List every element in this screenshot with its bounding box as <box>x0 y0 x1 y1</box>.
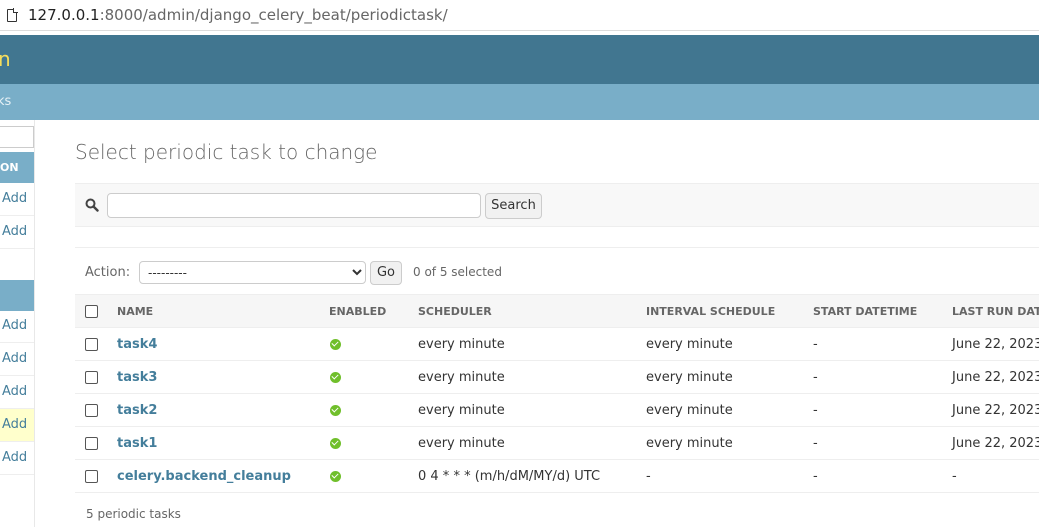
page-title: Select periodic task to change <box>75 140 378 164</box>
enabled-check-icon <box>330 437 341 449</box>
start-datetime-cell: - <box>813 327 952 361</box>
scheduler-cell: every minute <box>418 327 646 361</box>
last-run-cell: - <box>952 459 1039 493</box>
actions-bar: Action: --------- Go 0 of 5 selected <box>75 247 1039 295</box>
sidebar-add-link[interactable]: Add <box>0 310 34 343</box>
row-checkbox[interactable] <box>85 469 98 483</box>
last-run-cell: June 22, 2023, <box>952 360 1039 394</box>
table-header-row: NAME ENABLED SCHEDULER INTERVAL SCHEDULE… <box>75 294 1039 328</box>
sidebar-add-link[interactable]: Add <box>0 376 34 409</box>
table-row: task1 every minute every minute - June 2… <box>75 426 1039 460</box>
url-path: :8000/admin/django_celery_beat/periodict… <box>99 6 448 24</box>
browser-url-bar[interactable]: 127.0.0.1:8000/admin/django_celery_beat/… <box>0 0 1039 31</box>
enabled-check-icon <box>330 371 341 383</box>
column-header-name[interactable]: NAME <box>117 294 329 328</box>
column-header-interval[interactable]: INTERVAL SCHEDULE <box>646 294 813 328</box>
search-input[interactable] <box>107 193 481 218</box>
task-link[interactable]: celery.backend_cleanup <box>117 469 291 484</box>
sidebar-app-caption[interactable] <box>0 280 34 311</box>
table-row: task2 every minute every minute - June 2… <box>75 393 1039 427</box>
sidebar-add-link[interactable]: Add <box>0 183 34 216</box>
task-link[interactable]: task1 <box>117 436 157 451</box>
row-checkbox[interactable] <box>85 370 98 384</box>
search-toolbar: Search <box>75 183 1039 227</box>
task-link[interactable]: task4 <box>117 337 157 352</box>
table-row: task4 every minute every minute - June 2… <box>75 327 1039 361</box>
row-checkbox[interactable] <box>85 337 98 351</box>
sidebar-add-link-current[interactable]: Add <box>0 409 34 442</box>
site-brand[interactable]: n <box>0 47 11 71</box>
column-header-last-run[interactable]: LAST RUN DATET <box>952 294 1039 328</box>
sidebar-filter-input[interactable] <box>0 126 34 148</box>
action-select[interactable]: --------- <box>139 261 366 284</box>
row-checkbox[interactable] <box>85 436 98 450</box>
sidebar: ON Add Add Add Add Add Add Add <box>0 120 35 527</box>
scheduler-cell: every minute <box>418 426 646 460</box>
search-icon <box>85 198 99 212</box>
start-datetime-cell: - <box>813 360 952 394</box>
sidebar-app-caption[interactable]: ON <box>0 152 34 183</box>
sidebar-add-link[interactable]: Add <box>0 442 34 475</box>
interval-cell: every minute <box>646 327 813 361</box>
task-link[interactable]: task3 <box>117 370 157 385</box>
start-datetime-cell: - <box>813 459 952 493</box>
task-link[interactable]: task2 <box>117 403 157 418</box>
last-run-cell: June 22, 2023, <box>952 393 1039 427</box>
table-row: celery.backend_cleanup 0 4 * * * (m/h/dM… <box>75 459 1039 493</box>
column-header-scheduler[interactable]: SCHEDULER <box>418 294 646 328</box>
select-all-checkbox[interactable] <box>85 304 98 318</box>
enabled-check-icon <box>330 338 341 350</box>
start-datetime-cell: - <box>813 426 952 460</box>
interval-cell: - <box>646 459 813 493</box>
interval-cell: every minute <box>646 360 813 394</box>
scheduler-cell: every minute <box>418 360 646 394</box>
admin-header: n <box>0 35 1039 84</box>
page-icon <box>7 8 18 22</box>
paginator: 5 periodic tasks <box>86 507 181 521</box>
row-checkbox[interactable] <box>85 403 98 417</box>
column-header-enabled[interactable]: ENABLED <box>329 294 418 328</box>
action-label: Action: <box>85 265 131 280</box>
url-text[interactable]: 127.0.0.1:8000/admin/django_celery_beat/… <box>28 6 448 24</box>
scheduler-cell: 0 4 * * * (m/h/dM/MY/d) UTC <box>418 459 646 493</box>
start-datetime-cell: - <box>813 393 952 427</box>
interval-cell: every minute <box>646 426 813 460</box>
table-row: task3 every minute every minute - June 2… <box>75 360 1039 394</box>
column-header-start-datetime[interactable]: START DATETIME <box>813 294 952 328</box>
enabled-check-icon <box>330 404 341 416</box>
scheduler-cell: every minute <box>418 393 646 427</box>
last-run-cell: June 22, 2023, <box>952 327 1039 361</box>
search-button[interactable]: Search <box>485 193 542 219</box>
breadcrumb: ks <box>0 84 1039 120</box>
url-host: 127.0.0.1 <box>28 6 100 24</box>
sidebar-add-link[interactable]: Add <box>0 216 34 249</box>
sidebar-add-link[interactable]: Add <box>0 343 34 376</box>
last-run-cell: June 22, 2023, <box>952 426 1039 460</box>
selection-counter: 0 of 5 selected <box>413 265 502 279</box>
breadcrumb-item[interactable]: ks <box>0 94 11 109</box>
select-all-cell <box>75 294 117 328</box>
go-button[interactable]: Go <box>370 261 402 285</box>
interval-cell: every minute <box>646 393 813 427</box>
enabled-check-icon <box>330 470 341 482</box>
results-table: NAME ENABLED SCHEDULER INTERVAL SCHEDULE… <box>75 294 1039 493</box>
